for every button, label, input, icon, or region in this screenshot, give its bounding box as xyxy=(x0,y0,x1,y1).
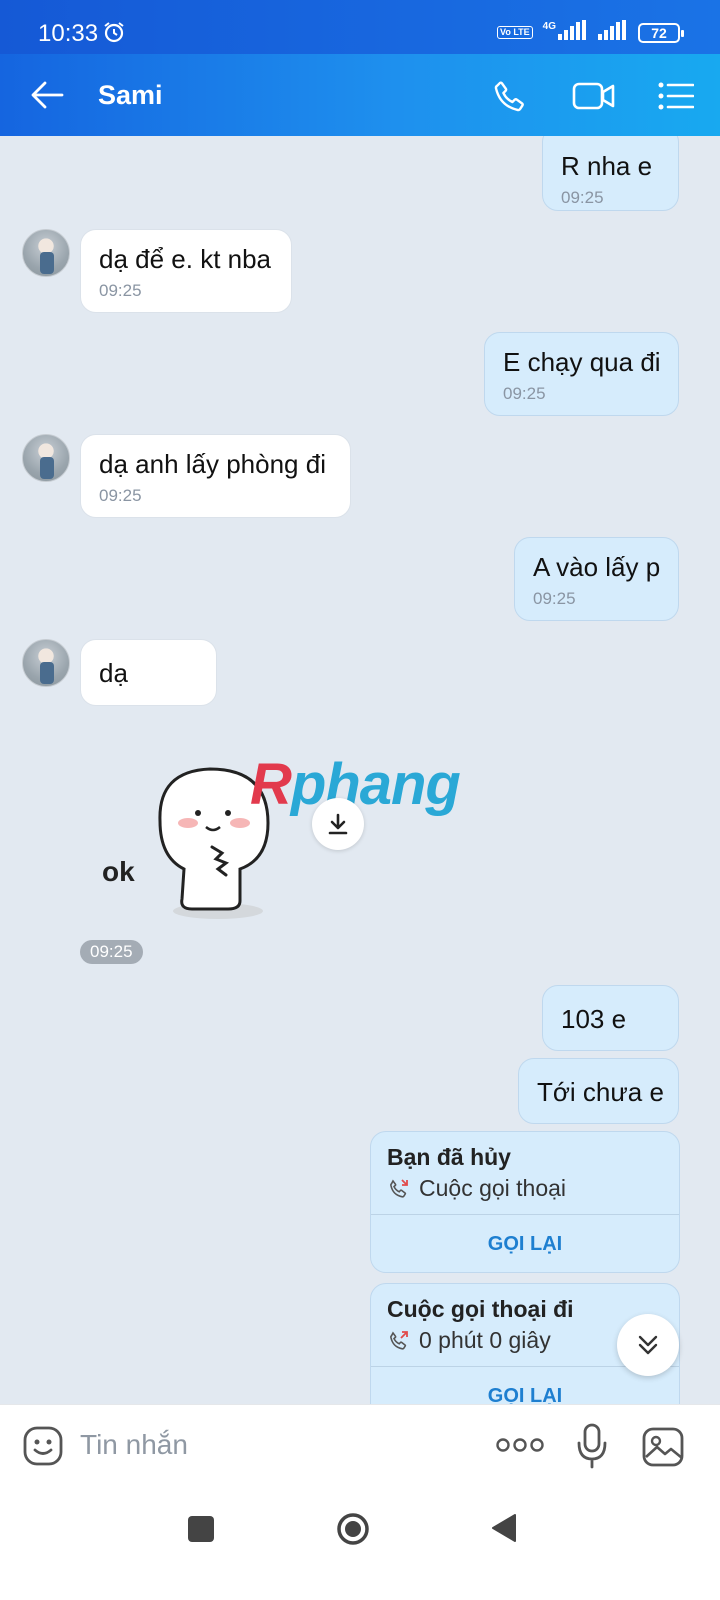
emoji-sticker-icon[interactable] xyxy=(22,1425,64,1472)
message-time: 09:25 xyxy=(561,188,604,207)
double-chevron-down-icon xyxy=(638,1335,658,1355)
chat-header: Sami xyxy=(0,54,720,136)
outgoing-call-icon xyxy=(390,1330,408,1350)
phone-icon[interactable] xyxy=(492,78,528,119)
message-text: Tới chưa e xyxy=(537,1077,664,1107)
message-bubble-outgoing[interactable]: 103 e xyxy=(542,985,679,1051)
message-text: dạ để e. kt nba xyxy=(99,244,272,274)
message-text: dạ xyxy=(99,658,128,688)
missed-call-icon xyxy=(390,1178,408,1198)
message-time: 09:25 xyxy=(533,589,576,608)
signal-icon-2 xyxy=(598,20,628,45)
volte-icon: Vo LTE xyxy=(496,26,533,39)
message-bubble-outgoing[interactable]: Tới chưa e xyxy=(518,1058,679,1124)
message-text: A vào lấy p xyxy=(533,552,661,582)
network-type: 4G xyxy=(542,21,556,32)
watermark-part2: phang xyxy=(290,752,461,817)
image-picker-icon[interactable] xyxy=(642,1427,684,1472)
home-button[interactable] xyxy=(336,1512,370,1551)
call-card: Bạn đã hủy Cuộc gọi thoại GỌI LẠI xyxy=(370,1131,680,1273)
call-back-button[interactable]: GỌI LẠI xyxy=(371,1214,679,1272)
back-button[interactable] xyxy=(490,1512,518,1549)
message-bubble-outgoing[interactable]: E chạy qua đi 09:25 xyxy=(484,332,679,416)
alarm-icon xyxy=(102,20,126,49)
avatar[interactable] xyxy=(22,434,70,482)
message-input[interactable]: Tin nhắn xyxy=(80,1429,188,1461)
message-input-bar: Tin nhắn xyxy=(0,1404,720,1488)
call-duration: 0 phút 0 giây xyxy=(419,1327,551,1353)
message-bubble-incoming[interactable]: dạ để e. kt nba 09:25 xyxy=(80,229,292,313)
watermark-part1: R xyxy=(250,752,292,817)
avatar[interactable] xyxy=(22,639,70,687)
download-icon xyxy=(328,813,348,835)
contact-name[interactable]: Sami xyxy=(98,80,163,111)
call-detail: Cuộc gọi thoại xyxy=(371,1171,679,1214)
message-time: 09:25 xyxy=(503,384,546,403)
call-status: Bạn đã hủy xyxy=(387,1144,511,1170)
back-arrow-icon[interactable] xyxy=(30,80,64,115)
message-text: dạ anh lấy phòng đi xyxy=(99,449,326,479)
menu-list-icon[interactable] xyxy=(658,82,695,115)
status-time: 10:33 xyxy=(38,20,99,47)
message-bubble-outgoing[interactable]: A vào lấy p 09:25 xyxy=(514,537,679,621)
download-button[interactable] xyxy=(312,798,364,850)
sticker-caption: ok xyxy=(102,856,135,887)
message-text: E chạy qua đi xyxy=(503,347,661,377)
avatar[interactable] xyxy=(22,229,70,277)
message-bubble-outgoing[interactable]: R nha e 09:25 xyxy=(542,136,679,211)
message-time: 09:25 xyxy=(99,281,142,300)
microphone-icon[interactable] xyxy=(576,1423,608,1474)
message-text: R nha e xyxy=(561,151,653,181)
video-call-icon[interactable] xyxy=(572,80,616,117)
battery-icon: 72 xyxy=(638,22,684,43)
system-nav-bar xyxy=(0,1488,720,1600)
recent-apps-button[interactable] xyxy=(188,1516,214,1542)
message-time: 09:25 xyxy=(99,486,142,505)
scroll-to-bottom-button[interactable] xyxy=(617,1314,679,1376)
sticker-time: 09:25 xyxy=(80,940,143,964)
more-options-icon[interactable] xyxy=(496,1437,544,1458)
message-text: 103 e xyxy=(561,1004,627,1034)
status-bar: 10:33 Vo LTE 4G 72 xyxy=(0,0,720,54)
message-bubble-incoming[interactable]: dạ xyxy=(80,639,217,706)
message-bubble-incoming[interactable]: dạ anh lấy phòng đi 09:25 xyxy=(80,434,351,518)
signal-icon xyxy=(558,20,588,45)
call-type: Cuộc gọi thoại xyxy=(419,1175,567,1201)
chat-area[interactable]: R nha e 09:25 dạ để e. kt nba 09:25 E ch… xyxy=(0,136,720,1432)
